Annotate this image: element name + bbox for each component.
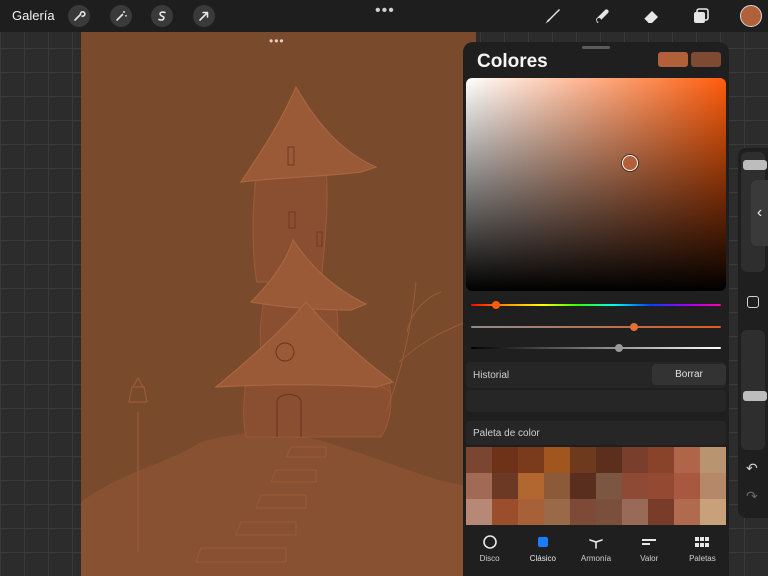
- palette-swatch[interactable]: [596, 499, 622, 525]
- palette-swatch[interactable]: [492, 473, 518, 499]
- tab-disco[interactable]: Disco: [463, 530, 516, 576]
- saturation-slider-thumb[interactable]: [629, 323, 638, 331]
- palette-label: Paleta de color: [473, 428, 540, 439]
- palette-swatch[interactable]: [466, 447, 492, 473]
- palette-swatch[interactable]: [466, 499, 492, 525]
- tab-label: Clásico: [529, 554, 556, 563]
- tab-armonia[interactable]: Armonía: [569, 530, 622, 576]
- canvas-more-icon[interactable]: •••: [269, 34, 285, 48]
- current-color-swatch[interactable]: [658, 52, 688, 67]
- palette-swatch[interactable]: [518, 499, 544, 525]
- palette-swatch[interactable]: [700, 499, 726, 525]
- palette-swatch[interactable]: [596, 473, 622, 499]
- redo-icon[interactable]: ↷: [746, 488, 758, 505]
- chevron-left-icon: ‹: [756, 204, 763, 221]
- palette-swatch[interactable]: [570, 499, 596, 525]
- palette-swatch[interactable]: [492, 447, 518, 473]
- palette-header: Paleta de color: [466, 421, 726, 445]
- palette-swatch[interactable]: [518, 473, 544, 499]
- harmony-icon: [588, 534, 604, 550]
- palettes-grid-icon: [694, 534, 710, 550]
- more-options-icon[interactable]: •••: [375, 2, 395, 20]
- palette-swatch[interactable]: [544, 499, 570, 525]
- clear-history-button[interactable]: Borrar: [652, 364, 726, 385]
- palette-swatch[interactable]: [700, 473, 726, 499]
- selection-s-icon[interactable]: [151, 5, 173, 27]
- palette-swatch[interactable]: [700, 447, 726, 473]
- palette-swatch[interactable]: [518, 447, 544, 473]
- saturation-brightness-picker[interactable]: [466, 78, 726, 291]
- tab-label: Armonía: [580, 554, 612, 563]
- palette-swatch[interactable]: [622, 447, 648, 473]
- gallery-link[interactable]: Galería: [12, 8, 55, 23]
- palette-swatch[interactable]: [674, 447, 700, 473]
- panel-grabber[interactable]: [582, 46, 610, 49]
- color-mode-tabs: Disco Clásico Armonía Valor Paletas: [463, 530, 729, 576]
- panel-title: Colores: [477, 51, 548, 72]
- sidebar-toggle-tab[interactable]: ‹: [751, 180, 768, 246]
- value-slider-thumb[interactable]: [614, 344, 623, 352]
- tab-clasico[interactable]: Clásico: [516, 530, 569, 576]
- palette-swatch[interactable]: [648, 447, 674, 473]
- wrench-icon[interactable]: [68, 5, 90, 27]
- transform-arrow-icon[interactable]: [193, 5, 215, 27]
- disc-icon: [482, 534, 498, 550]
- value-sliders-icon: [641, 534, 657, 550]
- palette-grid: [466, 447, 726, 525]
- brush-size-thumb[interactable]: [743, 159, 767, 170]
- palette-swatch[interactable]: [648, 473, 674, 499]
- current-color-button[interactable]: [740, 5, 762, 27]
- saturation-slider[interactable]: [471, 323, 721, 331]
- palette-swatch[interactable]: [570, 473, 596, 499]
- eraser-icon[interactable]: [639, 5, 663, 27]
- undo-icon[interactable]: ↶: [746, 460, 758, 477]
- history-label: Historial: [473, 370, 510, 381]
- classic-square-icon: [535, 534, 551, 550]
- palette-swatch[interactable]: [596, 447, 622, 473]
- brush-icon[interactable]: [540, 5, 564, 27]
- palette-swatch[interactable]: [674, 473, 700, 499]
- drawing-canvas[interactable]: •••: [81, 32, 476, 576]
- tab-label: Disco: [479, 554, 500, 563]
- tab-label: Paletas: [689, 554, 716, 563]
- previous-color-swatch[interactable]: [691, 52, 721, 67]
- palette-swatch[interactable]: [648, 499, 674, 525]
- palette-swatch[interactable]: [622, 499, 648, 525]
- modify-button[interactable]: [747, 296, 759, 308]
- value-slider[interactable]: [471, 344, 721, 352]
- palette-swatch[interactable]: [466, 473, 492, 499]
- hue-slider[interactable]: [471, 301, 721, 309]
- tab-paletas[interactable]: Paletas: [676, 530, 729, 576]
- history-header: Historial Borrar: [466, 362, 726, 388]
- color-picker-cursor[interactable]: [621, 155, 638, 172]
- palette-swatch[interactable]: [622, 473, 648, 499]
- smudge-icon[interactable]: [590, 5, 614, 27]
- tab-valor[interactable]: Valor: [623, 530, 676, 576]
- opacity-slider[interactable]: [741, 330, 767, 450]
- palette-swatch[interactable]: [570, 447, 596, 473]
- magic-wand-icon[interactable]: [110, 5, 132, 27]
- tab-label: Valor: [640, 554, 659, 563]
- hue-slider-thumb[interactable]: [492, 301, 500, 309]
- top-toolbar: Galería •••: [0, 0, 768, 32]
- opacity-thumb[interactable]: [743, 390, 767, 401]
- colors-panel: Colores Historial Borrar Paleta de color…: [463, 42, 729, 576]
- palette-swatch[interactable]: [492, 499, 518, 525]
- history-swatches: [466, 390, 726, 412]
- palette-swatch[interactable]: [544, 447, 570, 473]
- layers-icon[interactable]: [689, 5, 713, 27]
- palette-swatch[interactable]: [674, 499, 700, 525]
- tower-sketch-artwork: [81, 85, 476, 576]
- palette-swatch[interactable]: [544, 473, 570, 499]
